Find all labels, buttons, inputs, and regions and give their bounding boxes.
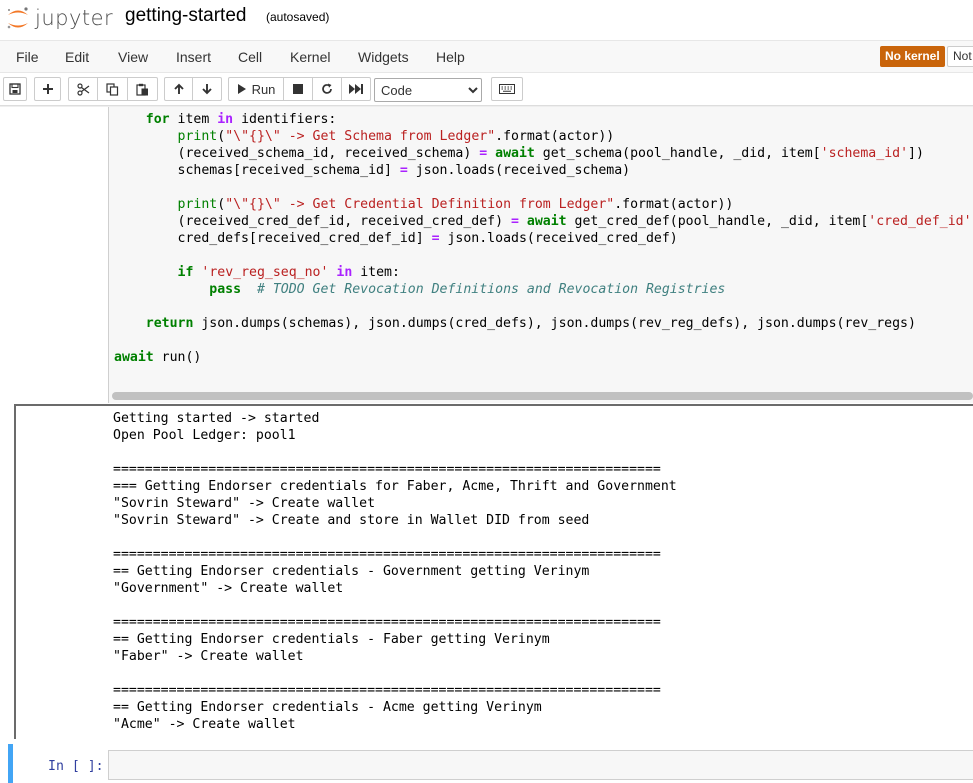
code-line: (received_cred_def_id, received_cred_def… [114, 214, 973, 229]
interrupt-button[interactable] [284, 77, 313, 101]
menu-view[interactable]: View [118, 49, 148, 65]
arrow-up-icon [173, 83, 184, 94]
jupyter-logo-icon [7, 7, 28, 29]
copy-button[interactable] [98, 77, 128, 101]
code-line: await run() [114, 350, 202, 365]
menu-help[interactable]: Help [436, 49, 465, 65]
output-line: == Getting Endorser credentials - Govern… [113, 564, 590, 579]
play-icon [237, 84, 246, 94]
insert-cell-button[interactable] [34, 77, 61, 101]
notebook-header: jupyter getting-started (autosaved) [0, 0, 973, 40]
empty-code-cell[interactable]: In [ ]: [8, 744, 973, 783]
menu-cell[interactable]: Cell [238, 49, 262, 65]
output-line: ========================================… [113, 547, 661, 562]
restart-run-all-button[interactable] [342, 77, 371, 101]
cut-button[interactable] [68, 77, 98, 101]
code-line: cred_defs[received_cred_def_id] = json.l… [114, 231, 678, 246]
restart-icon [322, 83, 332, 94]
stop-icon [293, 84, 303, 94]
move-up-button[interactable] [164, 77, 193, 101]
input-prompt: In [ ]: [48, 759, 104, 774]
save-button[interactable] [3, 77, 27, 101]
code-line: for item in identifiers: [145, 112, 337, 127]
menubar: File Edit View Insert Cell Kernel Widget… [0, 40, 973, 73]
output-line: "Acme" -> Create wallet [113, 717, 296, 732]
jupyter-logo[interactable]: jupyter [5, 5, 115, 33]
output-line: "Sovrin Steward" -> Create and store in … [113, 513, 590, 528]
output-line: Open Pool Ledger: pool1 [113, 428, 296, 443]
menu-insert[interactable]: Insert [176, 49, 211, 65]
restart-kernel-button[interactable] [313, 77, 342, 101]
code-line: return json.dumps(schemas), json.dumps(c… [145, 316, 916, 331]
horizontal-scrollbar[interactable] [112, 392, 973, 400]
output-line: ========================================… [113, 615, 661, 630]
code-line: print("\"{}\" -> Get Credential Definiti… [177, 197, 734, 212]
cell-type-select[interactable]: Code Markdown Raw NBConvert Heading - [374, 78, 482, 102]
output-line: == Getting Endorser credentials - Faber … [113, 632, 550, 647]
paste-button[interactable] [128, 77, 158, 101]
plus-icon [42, 84, 53, 94]
fast-forward-icon [349, 84, 363, 94]
output-line: ========================================… [113, 683, 661, 698]
code-line: print("\"{}\" -> Get Schema from Ledger"… [177, 129, 615, 144]
run-button[interactable]: Run [228, 77, 284, 101]
menu-file[interactable]: File [16, 49, 39, 65]
kernel-status-badge[interactable]: No kernel [880, 46, 945, 67]
keyboard-icon [499, 84, 515, 94]
code-cell-input[interactable]: for item in identifiers: print("\"{}\" -… [108, 107, 973, 403]
menu-kernel[interactable]: Kernel [290, 49, 330, 65]
code-line: if 'rev_reg_seq_no' in item: [177, 265, 400, 280]
output-line: ========================================… [113, 462, 661, 477]
trusted-status-badge[interactable]: Not [947, 46, 973, 67]
cell-input-editor[interactable] [108, 750, 973, 780]
command-palette-button[interactable] [491, 77, 523, 101]
code-line: schemas[received_schema_id] = json.loads… [114, 163, 631, 178]
output-line: "Sovrin Steward" -> Create wallet [113, 496, 376, 511]
output-line: == Getting Endorser credentials - Acme g… [113, 700, 542, 715]
cut-icon [76, 82, 89, 96]
notebook-container: for item in identifiers: print("\"{}\" -… [0, 107, 973, 783]
cell-output-area: Getting started -> started Open Pool Ledg… [14, 404, 973, 739]
arrow-down-icon [202, 84, 212, 95]
code-line: (received_schema_id, received_schema) = … [114, 146, 924, 161]
autosave-status: (autosaved) [266, 10, 330, 24]
output-line: "Faber" -> Create wallet [113, 649, 304, 664]
output-line: Getting started -> started [113, 411, 320, 426]
toolbar: Run [0, 73, 973, 106]
output-line: === Getting Endorser credentials for Fab… [113, 479, 677, 494]
code-line: pass # TODO Get Revocation Definitions a… [209, 282, 726, 297]
logo-text: jupyter [35, 6, 114, 30]
menu-widgets[interactable]: Widgets [358, 49, 409, 65]
move-down-button[interactable] [193, 77, 222, 101]
menu-edit[interactable]: Edit [65, 49, 89, 65]
save-icon [9, 83, 21, 95]
paste-icon [136, 83, 148, 96]
output-line: "Government" -> Create wallet [113, 581, 344, 596]
run-label: Run [251, 81, 276, 97]
notebook-title[interactable]: getting-started [125, 5, 246, 27]
copy-icon [106, 82, 119, 96]
